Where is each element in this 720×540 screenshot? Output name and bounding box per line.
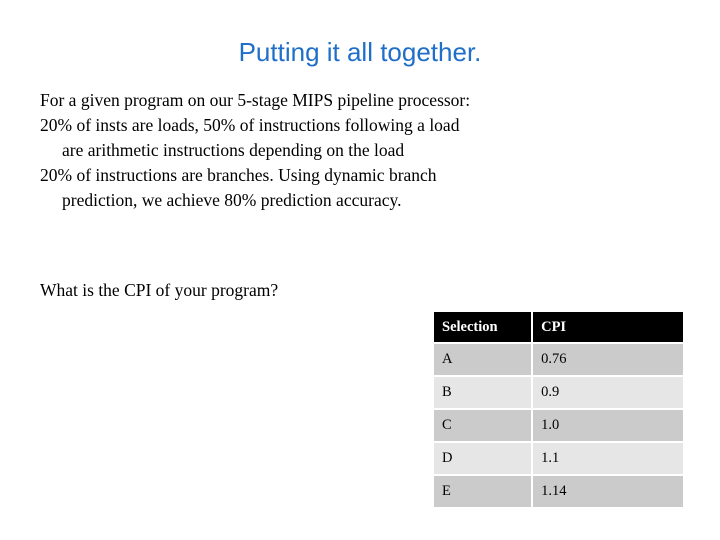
body-line: 20% of insts are loads, 50% of instructi… — [40, 115, 460, 135]
table-row[interactable]: A 0.76 — [434, 344, 683, 375]
body-line: prediction, we achieve 80% prediction ac… — [62, 190, 402, 210]
body-line: are arithmetic instructions depending on… — [62, 140, 405, 160]
body-text-block: For a given program on our 5-stage MIPS … — [40, 88, 660, 213]
body-line: 20% of instructions are branches. Using … — [40, 165, 437, 185]
table-header-row: Selection CPI — [434, 312, 683, 342]
table-body: A 0.76 B 0.9 C 1.0 D 1.1 E 1.14 — [434, 344, 683, 507]
cell-selection: B — [434, 377, 532, 408]
table-row[interactable]: E 1.14 — [434, 476, 683, 507]
cell-cpi: 1.1 — [533, 443, 683, 474]
cell-cpi: 1.0 — [533, 410, 683, 441]
body-line: For a given program on our 5-stage MIPS … — [40, 90, 471, 110]
cell-cpi: 0.76 — [533, 344, 683, 375]
column-header-selection: Selection — [434, 312, 532, 342]
cell-selection: E — [434, 476, 532, 507]
table-row[interactable]: B 0.9 — [434, 377, 683, 408]
cpi-options-table: Selection CPI A 0.76 B 0.9 C 1.0 D 1.1 E — [432, 310, 685, 509]
column-header-cpi: CPI — [533, 312, 683, 342]
cell-selection: C — [434, 410, 532, 441]
table-header: Selection CPI — [434, 312, 683, 342]
cell-selection: A — [434, 344, 532, 375]
table-row[interactable]: C 1.0 — [434, 410, 683, 441]
cell-cpi: 0.9 — [533, 377, 683, 408]
cell-selection: D — [434, 443, 532, 474]
slide-canvas: Putting it all together. For a given pro… — [0, 0, 720, 540]
page-title: Putting it all together. — [238, 37, 482, 67]
cell-cpi: 1.14 — [533, 476, 683, 507]
table-row[interactable]: D 1.1 — [434, 443, 683, 474]
question-text: What is the CPI of your program? — [40, 280, 279, 300]
